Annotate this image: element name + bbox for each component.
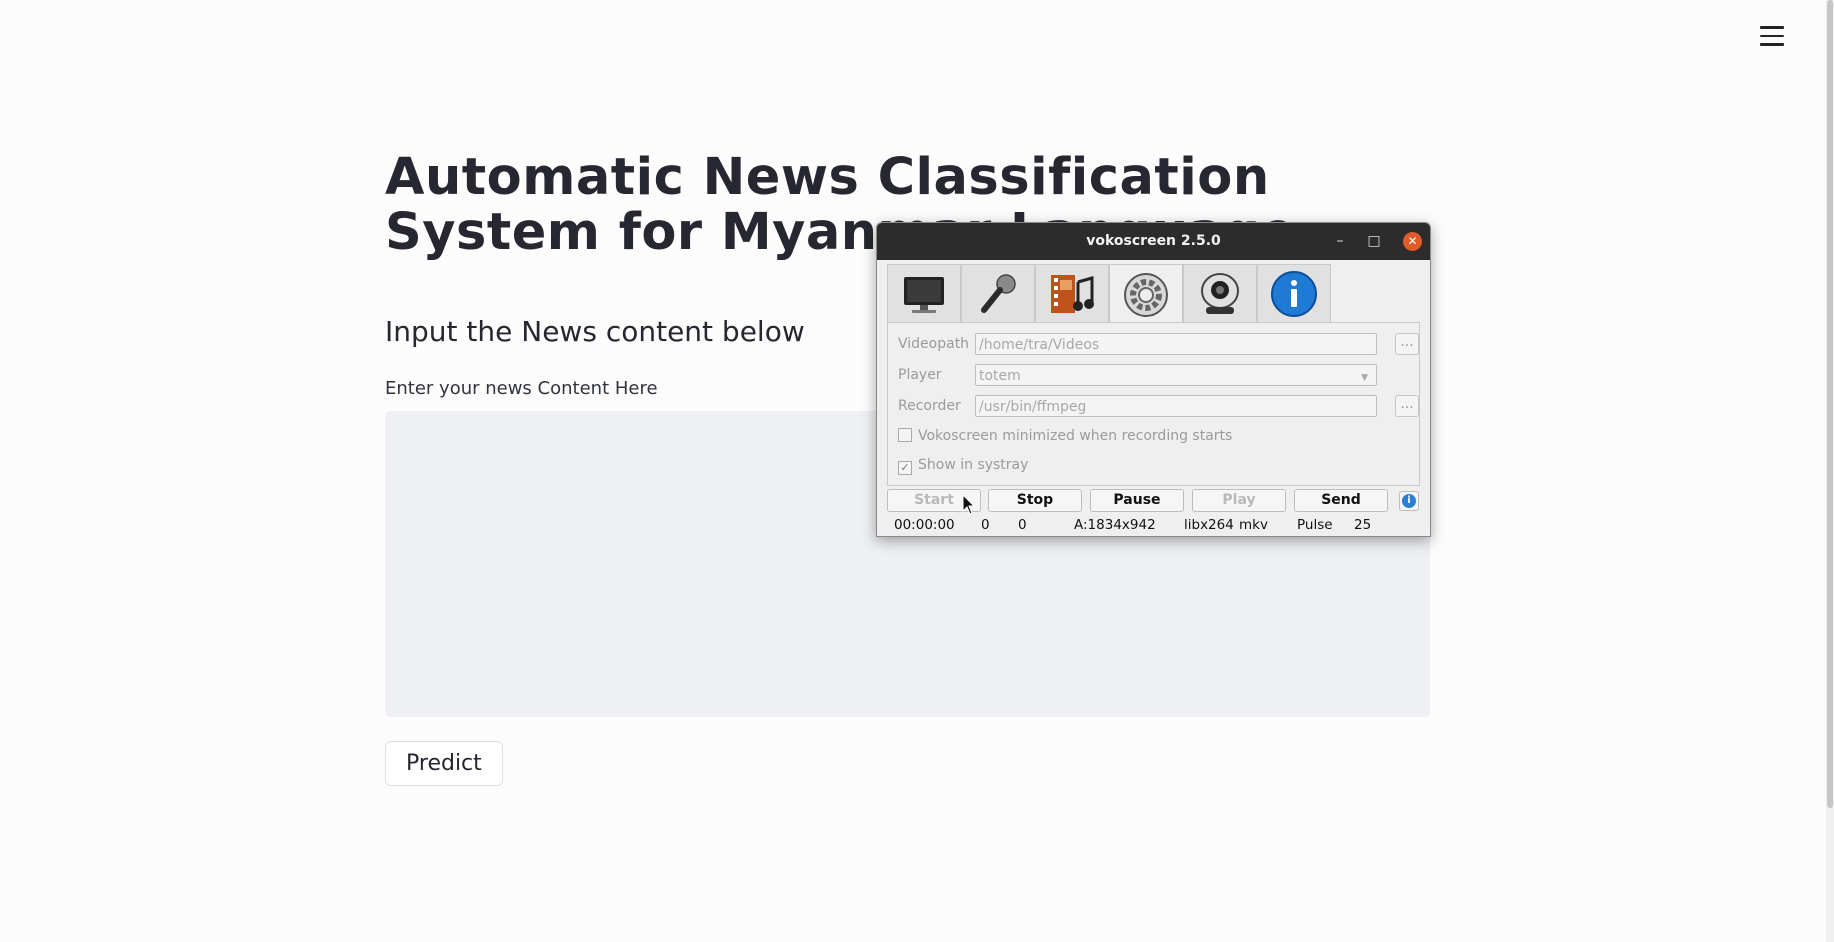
videopath-field[interactable]: /home/tra/Videos <box>975 333 1377 355</box>
play-button[interactable]: Play <box>1192 489 1286 512</box>
settings-gear-icon <box>1124 272 1168 317</box>
systray-label: Show in systray <box>918 457 1029 473</box>
systray-checkbox-row[interactable]: ✓ Show in systray <box>898 457 1028 475</box>
microphone-icon <box>981 273 1016 313</box>
monitor-icon <box>904 276 944 313</box>
settings-panel: Videopath /home/tra/Videos ... Player to… <box>887 322 1420 486</box>
player-select[interactable]: totem ▼ <box>975 364 1377 386</box>
player-label: Player <box>898 367 942 383</box>
webcam-icon <box>1201 272 1239 314</box>
predict-button[interactable]: Predict <box>385 741 503 786</box>
tab-webcam[interactable] <box>1183 264 1257 322</box>
window-titlebar[interactable]: vokoscreen 2.5.0 – □ ✕ <box>877 223 1430 260</box>
vokoscreen-window: vokoscreen 2.5.0 – □ ✕ Videopath /home/t… <box>876 222 1431 537</box>
status-audio: Pulse <box>1297 517 1333 533</box>
recorder-label: Recorder <box>898 398 961 414</box>
videopath-browse-button[interactable]: ... <box>1395 333 1419 355</box>
tab-about[interactable] <box>1257 264 1331 322</box>
voko-tab-bar <box>887 264 1430 324</box>
film-music-icon <box>1051 274 1094 313</box>
recorder-browse-button[interactable]: ... <box>1395 395 1419 417</box>
status-area: A:1834x942 <box>1074 517 1156 533</box>
chevron-down-icon: ▼ <box>1361 373 1368 383</box>
tab-audio[interactable] <box>961 264 1035 322</box>
mouse-cursor-icon <box>962 494 976 515</box>
status-rate: 25 <box>1354 517 1372 533</box>
tab-video[interactable] <box>1035 264 1109 322</box>
status-time: 00:00:00 <box>894 517 955 533</box>
minimized-label: Vokoscreen minimized when recording star… <box>918 428 1233 444</box>
tab-screen[interactable] <box>887 264 961 322</box>
videopath-label: Videopath <box>898 336 970 352</box>
info-icon <box>1271 270 1317 317</box>
minimize-icon[interactable]: – <box>1326 223 1354 260</box>
stop-button[interactable]: Stop <box>988 489 1082 512</box>
app-page: Automatic News Classification System for… <box>0 0 1834 942</box>
player-value: totem <box>979 368 1021 384</box>
tab-settings[interactable] <box>1109 264 1183 324</box>
scrollbar[interactable] <box>1826 0 1834 942</box>
minimized-checkbox[interactable] <box>898 428 912 442</box>
recorder-field[interactable]: /usr/bin/ffmpeg <box>975 395 1377 417</box>
status-bar: 00:00:00 0 0 A:1834x942 libx264 mkv Puls… <box>894 517 1424 533</box>
hamburger-menu-icon[interactable] <box>1760 26 1784 46</box>
status-codec: libx264 <box>1184 517 1234 533</box>
minimized-checkbox-row[interactable]: Vokoscreen minimized when recording star… <box>898 428 1232 444</box>
close-icon[interactable]: ✕ <box>1403 232 1422 251</box>
maximize-icon[interactable]: □ <box>1360 223 1388 260</box>
window-title: vokoscreen 2.5.0 <box>1086 233 1221 249</box>
send-button[interactable]: Send <box>1294 489 1388 512</box>
status-format: mkv <box>1239 517 1268 533</box>
scrollbar-thumb[interactable] <box>1827 0 1833 808</box>
status-info-button[interactable]: i <box>1399 491 1419 511</box>
systray-checkbox[interactable]: ✓ <box>898 461 912 475</box>
info-small-icon: i <box>1402 494 1416 508</box>
status-fps: 0 <box>1018 517 1027 533</box>
status-frames: 0 <box>981 517 990 533</box>
pause-button[interactable]: Pause <box>1090 489 1184 512</box>
